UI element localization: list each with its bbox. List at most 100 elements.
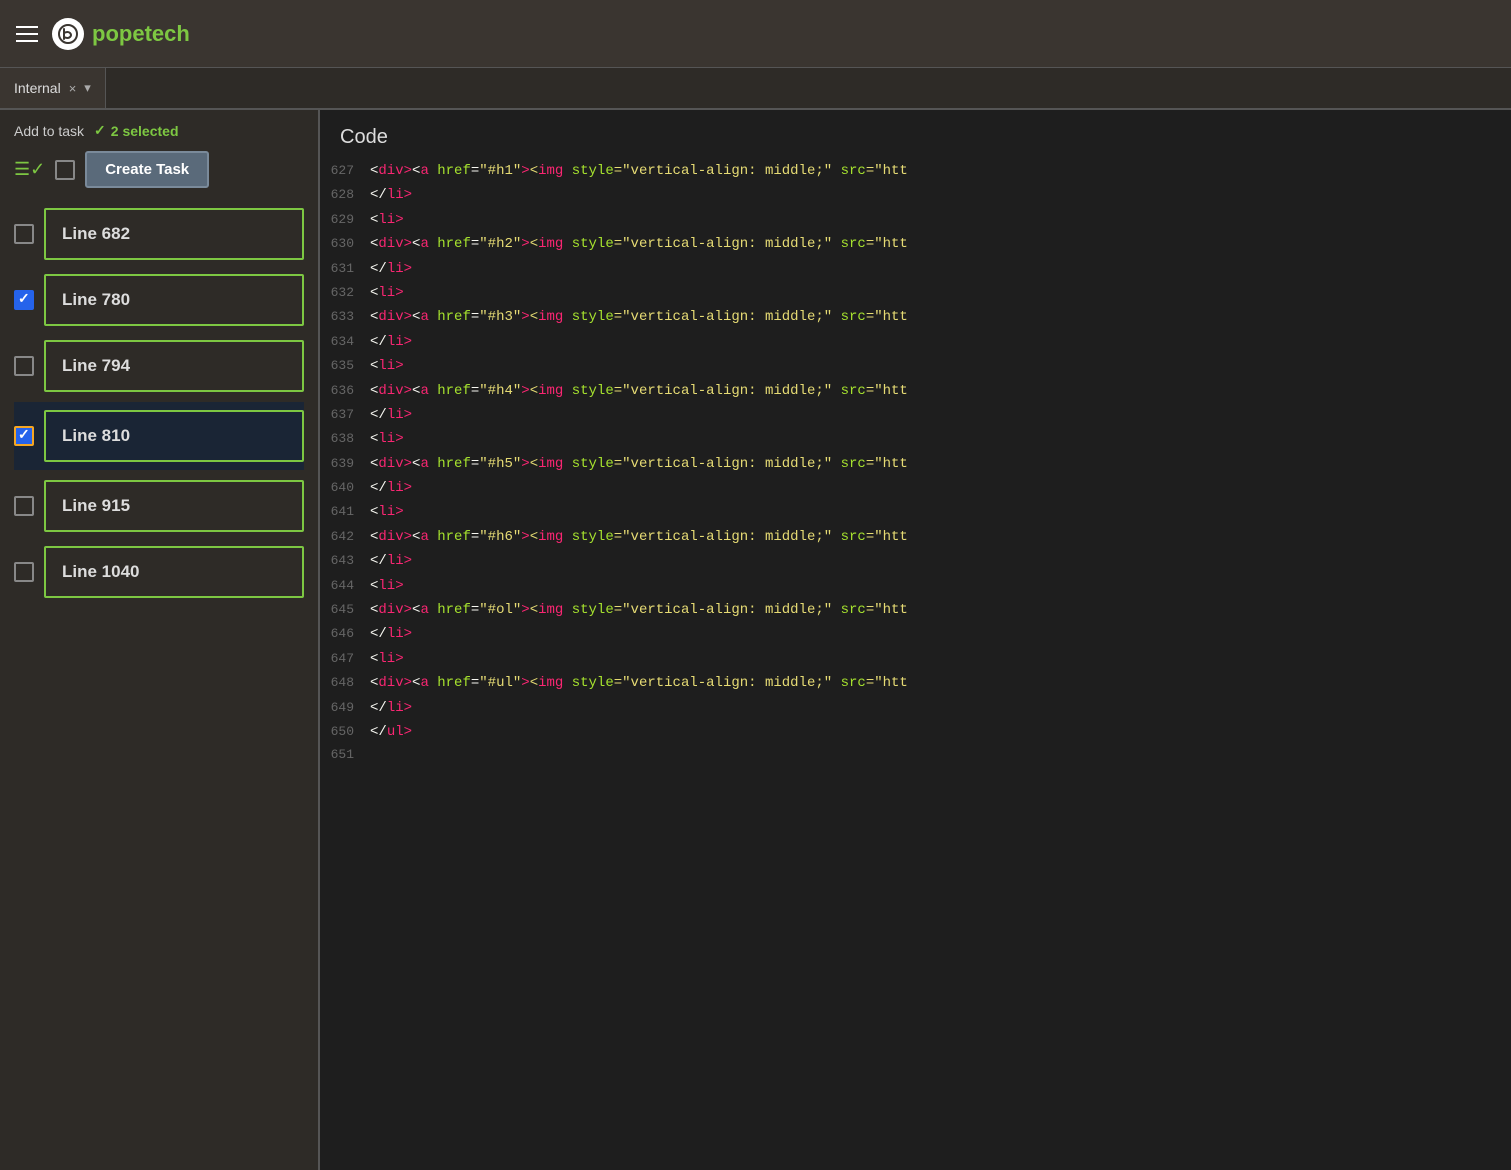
add-to-task-label: Add to task	[14, 123, 84, 139]
code-line: 631 </li>	[320, 257, 1511, 281]
line-number: 647	[320, 649, 370, 670]
line-item-checkbox-915[interactable]	[14, 496, 34, 516]
line-item-button-780[interactable]: Line 780	[44, 274, 304, 326]
line-number: 628	[320, 185, 370, 206]
header: popetech	[0, 0, 1511, 68]
line-number: 646	[320, 624, 370, 645]
line-number: 644	[320, 576, 370, 597]
code-line: 638 <li>	[320, 427, 1511, 451]
line-code: </li>	[370, 477, 412, 499]
line-number: 645	[320, 600, 370, 621]
tab-internal[interactable]: Internal × ▾	[0, 68, 106, 108]
code-line: 644 <li>	[320, 574, 1511, 598]
line-code: <div><a href="#h1"><img style="vertical-…	[370, 160, 908, 182]
line-item-button-682[interactable]: Line 682	[44, 208, 304, 260]
line-number: 648	[320, 673, 370, 694]
tab-close-icon[interactable]: ×	[69, 81, 77, 96]
list-item: Line 780	[14, 274, 304, 326]
line-number: 643	[320, 551, 370, 572]
code-line: 629 <li>	[320, 208, 1511, 232]
code-line: 647 <li>	[320, 647, 1511, 671]
logo-area: popetech	[52, 18, 190, 50]
line-items-list: Line 682 Line 780 Line 794 Line 810 Line…	[0, 200, 318, 1170]
line-code: <div><a href="#h6"><img style="vertical-…	[370, 526, 908, 548]
code-line: 628 </li>	[320, 183, 1511, 207]
select-all-checkbox[interactable]	[55, 160, 75, 180]
checkmark-icon: ✓	[94, 122, 106, 139]
code-line: 636 <div><a href="#h4"><img style="verti…	[320, 379, 1511, 403]
line-code: </li>	[370, 184, 412, 206]
line-number: 629	[320, 210, 370, 231]
create-task-row: ☰✓ Create Task	[0, 147, 318, 200]
list-item: Line 794	[14, 340, 304, 392]
code-line: 635 <li>	[320, 354, 1511, 378]
line-code: <li>	[370, 282, 404, 304]
line-number: 638	[320, 429, 370, 450]
line-number: 634	[320, 332, 370, 353]
list-icon[interactable]: ☰✓	[14, 159, 45, 180]
tab-dropdown-icon[interactable]: ▾	[84, 80, 91, 96]
code-line: 634 </li>	[320, 330, 1511, 354]
line-number: 635	[320, 356, 370, 377]
code-line: 649 </li>	[320, 696, 1511, 720]
code-line: 640 </li>	[320, 476, 1511, 500]
line-code: <div><a href="#h2"><img style="vertical-…	[370, 233, 908, 255]
code-line: 648 <div><a href="#ul"><img style="verti…	[320, 671, 1511, 695]
selected-badge: ✓ 2 selected	[94, 122, 178, 139]
code-line: 639 <div><a href="#h5"><img style="verti…	[320, 452, 1511, 476]
code-line: 651	[320, 744, 1511, 767]
line-item-button-794[interactable]: Line 794	[44, 340, 304, 392]
line-code: <div><a href="#ul"><img style="vertical-…	[370, 672, 908, 694]
line-item-checkbox-810[interactable]	[14, 426, 34, 446]
line-code: <li>	[370, 575, 404, 597]
code-line: 632 <li>	[320, 281, 1511, 305]
line-item-checkbox-780[interactable]	[14, 290, 34, 310]
line-item-button-1040[interactable]: Line 1040	[44, 546, 304, 598]
code-lines: 627 <div><a href="#h1"><img style="verti…	[320, 159, 1511, 767]
line-number: 651	[320, 745, 370, 766]
line-number: 631	[320, 259, 370, 280]
line-item-button-810[interactable]: Line 810	[44, 410, 304, 462]
code-line: 645 <div><a href="#ol"><img style="verti…	[320, 598, 1511, 622]
line-item-checkbox-682[interactable]	[14, 224, 34, 244]
line-number: 650	[320, 722, 370, 743]
line-code: <li>	[370, 648, 404, 670]
line-code: </li>	[370, 623, 412, 645]
line-number: 641	[320, 502, 370, 523]
add-to-task-bar: Add to task ✓ 2 selected	[0, 110, 318, 147]
code-line: 627 <div><a href="#h1"><img style="verti…	[320, 159, 1511, 183]
code-line: 642 <div><a href="#h6"><img style="verti…	[320, 525, 1511, 549]
code-panel-title: Code	[320, 110, 1511, 159]
line-code: <div><a href="#ol"><img style="vertical-…	[370, 599, 908, 621]
code-line: 637 </li>	[320, 403, 1511, 427]
line-code: </li>	[370, 404, 412, 426]
line-code: </ul>	[370, 721, 412, 743]
logo-icon	[52, 18, 84, 50]
list-item: Line 682	[14, 208, 304, 260]
selected-count: 2 selected	[111, 123, 179, 139]
create-task-button[interactable]: Create Task	[85, 151, 209, 188]
hamburger-icon[interactable]	[16, 26, 38, 42]
code-panel: Code 627 <div><a href="#h1"><img style="…	[320, 110, 1511, 1170]
line-code: </li>	[370, 550, 412, 572]
left-panel: Add to task ✓ 2 selected ☰✓ Create Task …	[0, 110, 320, 1170]
line-number: 630	[320, 234, 370, 255]
line-number: 633	[320, 307, 370, 328]
line-number: 636	[320, 381, 370, 402]
tab-bar: Internal × ▾	[0, 68, 1511, 110]
line-code: <li>	[370, 501, 404, 523]
line-number: 639	[320, 454, 370, 475]
line-item-button-915[interactable]: Line 915	[44, 480, 304, 532]
list-item: Line 1040	[14, 546, 304, 598]
code-line: 633 <div><a href="#h3"><img style="verti…	[320, 305, 1511, 329]
line-item-checkbox-794[interactable]	[14, 356, 34, 376]
tab-label: Internal	[14, 80, 61, 96]
line-code: </li>	[370, 697, 412, 719]
line-code: </li>	[370, 331, 412, 353]
list-item: Line 915	[14, 480, 304, 532]
line-code: <li>	[370, 209, 404, 231]
code-line: 641 <li>	[320, 500, 1511, 524]
line-number: 637	[320, 405, 370, 426]
line-item-checkbox-1040[interactable]	[14, 562, 34, 582]
line-code: <li>	[370, 428, 404, 450]
